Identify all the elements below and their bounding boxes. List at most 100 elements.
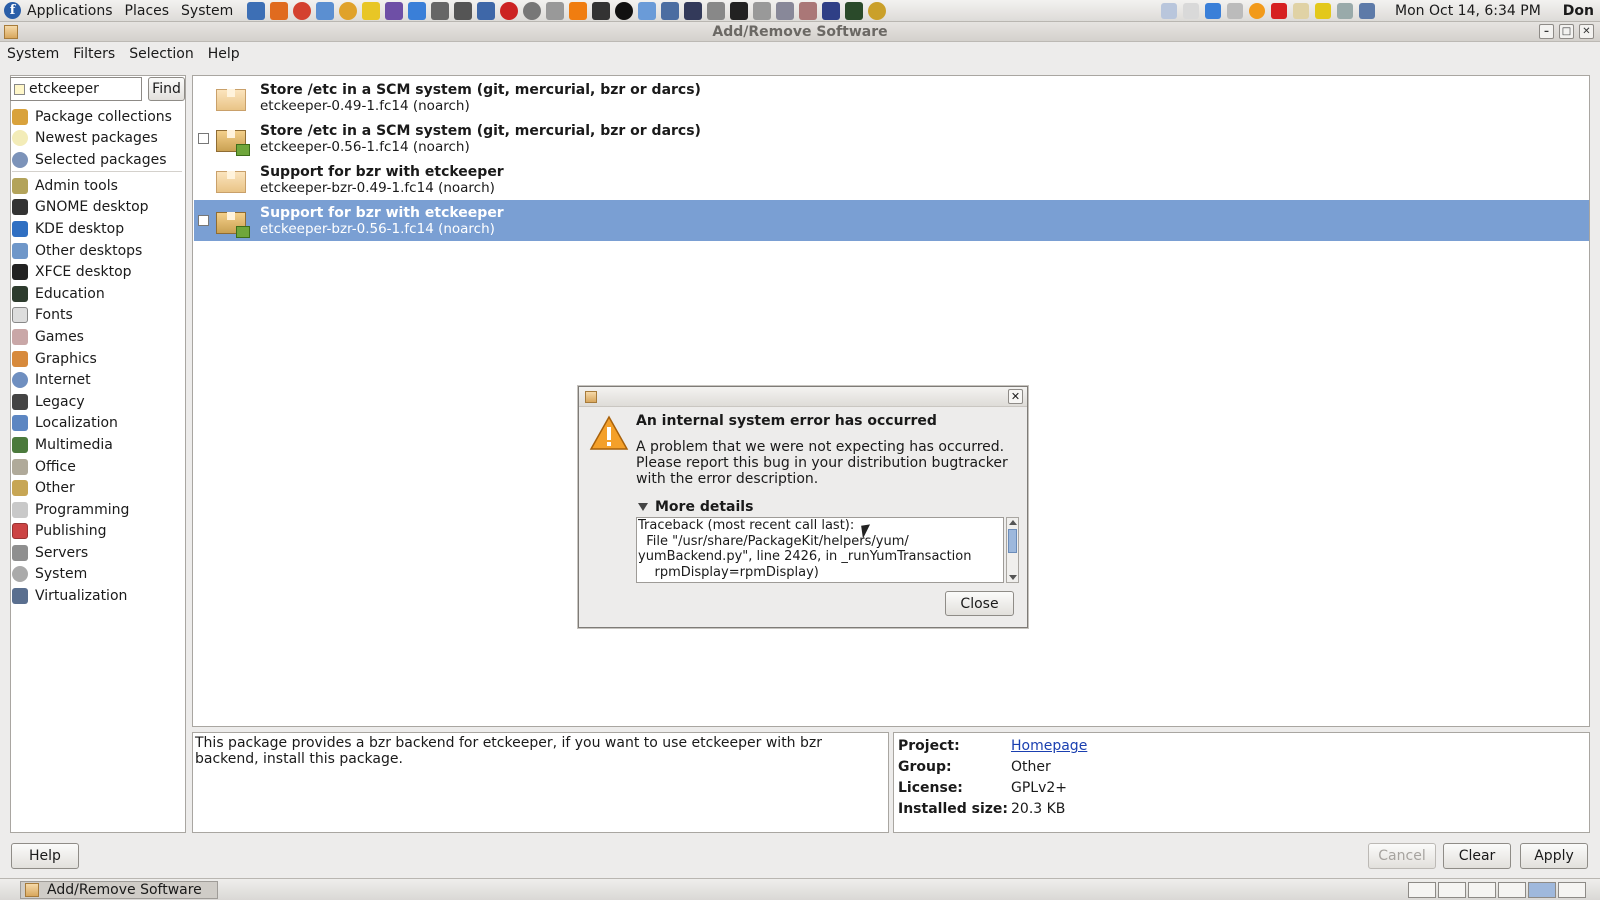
sidebar-item-internet[interactable]: Internet [12,369,184,391]
system-menu[interactable]: System [175,0,239,22]
workspace-6[interactable] [1558,882,1586,898]
sidebar-item-graphics[interactable]: Graphics [12,348,184,370]
places-menu[interactable]: Places [119,0,176,22]
traceback-scrollbar[interactable] [1006,517,1019,583]
device-tray-icon[interactable] [1183,2,1200,19]
terminal-launcher-icon[interactable] [730,1,749,20]
vlc-launcher-icon[interactable] [569,1,588,20]
sidebar-item-servers[interactable]: Servers [12,542,184,564]
clear-button[interactable]: Clear [1443,843,1511,869]
mail-launcher-icon[interactable] [316,1,335,20]
user-name[interactable]: Don [1563,3,1594,19]
search-launcher-icon[interactable] [868,1,887,20]
checkmark-tray-icon[interactable] [1315,2,1332,19]
clipboard-manager-tray-icon[interactable] [1293,2,1310,19]
sidebar-item-selected-packages[interactable]: Selected packages [12,149,184,171]
package-app-icon[interactable] [4,25,18,39]
sidebar-item-package-collections[interactable]: Package collections [12,106,184,128]
sidebar-item-xfce-desktop[interactable]: XFCE desktop [12,261,184,283]
clock[interactable]: Mon Oct 14, 6:34 PM [1395,3,1541,19]
games-launcher-icon[interactable] [592,1,611,20]
clipboard-tray-icon[interactable] [1161,2,1178,19]
paint-launcher-icon[interactable] [799,1,818,20]
sidebar-item-admin-tools[interactable]: Admin tools [12,175,184,197]
package-row[interactable]: Support for bzr with etckeeper etckeeper… [194,159,1589,200]
workspace-3[interactable] [1468,882,1496,898]
traceback-text[interactable]: Traceback (most recent call last): File … [636,517,1004,583]
weather-tray-icon[interactable] [1249,2,1266,19]
applications-menu[interactable]: Applications [21,0,119,22]
network-launcher-icon[interactable] [661,1,680,20]
presentation-launcher-icon[interactable] [822,1,841,20]
homepage-link[interactable]: Homepage [1011,738,1087,754]
package-row-selected[interactable]: Support for bzr with etckeeper etckeeper… [194,200,1589,241]
package-row[interactable]: Store /etc in a SCM system (git, mercuri… [194,118,1589,159]
scroll-up-icon[interactable] [1009,520,1017,525]
maximize-icon[interactable]: □ [1559,24,1574,39]
sidebar-item-fonts[interactable]: Fonts [12,305,184,327]
globe-launcher-icon[interactable] [339,1,358,20]
sidebar-item-localization[interactable]: Localization [12,413,184,435]
camera-launcher-icon[interactable] [454,1,473,20]
close-icon[interactable]: ✕ [1008,389,1023,404]
dialog-close-button[interactable]: Close [945,591,1014,616]
sidebar-item-office[interactable]: Office [12,456,184,478]
screenshot-launcher-icon[interactable] [431,1,450,20]
find-button[interactable]: Find [148,77,185,101]
package-launcher-icon[interactable] [385,1,404,20]
system-monitor-launcher-icon[interactable] [845,1,864,20]
sidebar-item-games[interactable]: Games [12,326,184,348]
web-browser-launcher-icon[interactable] [247,1,266,20]
sidebar-item-publishing[interactable]: Publishing [12,521,184,543]
archive-launcher-icon[interactable] [707,1,726,20]
notes-launcher-icon[interactable] [362,1,381,20]
window-launcher-icon[interactable] [477,1,496,20]
sidebar-item-education[interactable]: Education [12,283,184,305]
sidebar-item-programming[interactable]: Programming [12,499,184,521]
alert-tray-icon[interactable] [1271,2,1288,19]
workspace-5[interactable] [1528,882,1556,898]
cancel-button[interactable]: Cancel [1368,843,1436,869]
firefox-launcher-icon[interactable] [270,1,289,20]
menu-filters[interactable]: Filters [66,46,122,62]
sidebar-item-newest-packages[interactable]: Newest packages [12,128,184,150]
workspace-1[interactable] [1408,882,1436,898]
menu-system[interactable]: System [0,46,66,62]
package-row[interactable]: Store /etc in a SCM system (git, mercuri… [194,77,1589,118]
search-input[interactable]: etckeeper [10,77,142,101]
menu-selection[interactable]: Selection [122,46,201,62]
sidebar-item-system[interactable]: System [12,564,184,586]
help-button[interactable]: Help [11,843,79,869]
package-checkbox[interactable] [198,215,209,226]
fedora-logo-icon[interactable]: f [4,2,21,19]
media-launcher-icon[interactable] [500,1,519,20]
power-launcher-icon[interactable] [615,1,634,20]
tools-tray-icon[interactable] [1227,2,1244,19]
network-tray-icon[interactable] [1359,2,1376,19]
binary-launcher-icon[interactable] [753,1,772,20]
more-details-expander[interactable]: More details [638,499,753,515]
image-launcher-icon[interactable] [638,1,657,20]
sidebar-item-gnome-desktop[interactable]: GNOME desktop [12,197,184,219]
webcam-launcher-icon[interactable] [523,1,542,20]
calendar-launcher-icon[interactable] [684,1,703,20]
package-checkbox[interactable] [198,133,209,144]
sidebar-item-virtualization[interactable]: Virtualization [12,585,184,607]
search-doc-launcher-icon[interactable] [776,1,795,20]
scroll-thumb[interactable] [1008,529,1017,553]
minimize-icon[interactable]: – [1539,24,1554,39]
chrome-launcher-icon[interactable] [293,1,312,20]
workspace-4[interactable] [1498,882,1526,898]
sidebar-item-legacy[interactable]: Legacy [12,391,184,413]
tools-launcher-icon[interactable] [546,1,565,20]
update-tray-icon[interactable] [1205,2,1222,19]
volume-tray-icon[interactable] [1337,2,1354,19]
sidebar-item-other-desktops[interactable]: Other desktops [12,240,184,262]
workspace-2[interactable] [1438,882,1466,898]
sidebar-item-kde-desktop[interactable]: KDE desktop [12,218,184,240]
menu-help[interactable]: Help [201,46,247,62]
scroll-down-icon[interactable] [1009,575,1017,580]
sidebar-item-multimedia[interactable]: Multimedia [12,434,184,456]
taskbar-item[interactable]: Add/Remove Software [20,881,218,899]
apply-button[interactable]: Apply [1520,843,1588,869]
